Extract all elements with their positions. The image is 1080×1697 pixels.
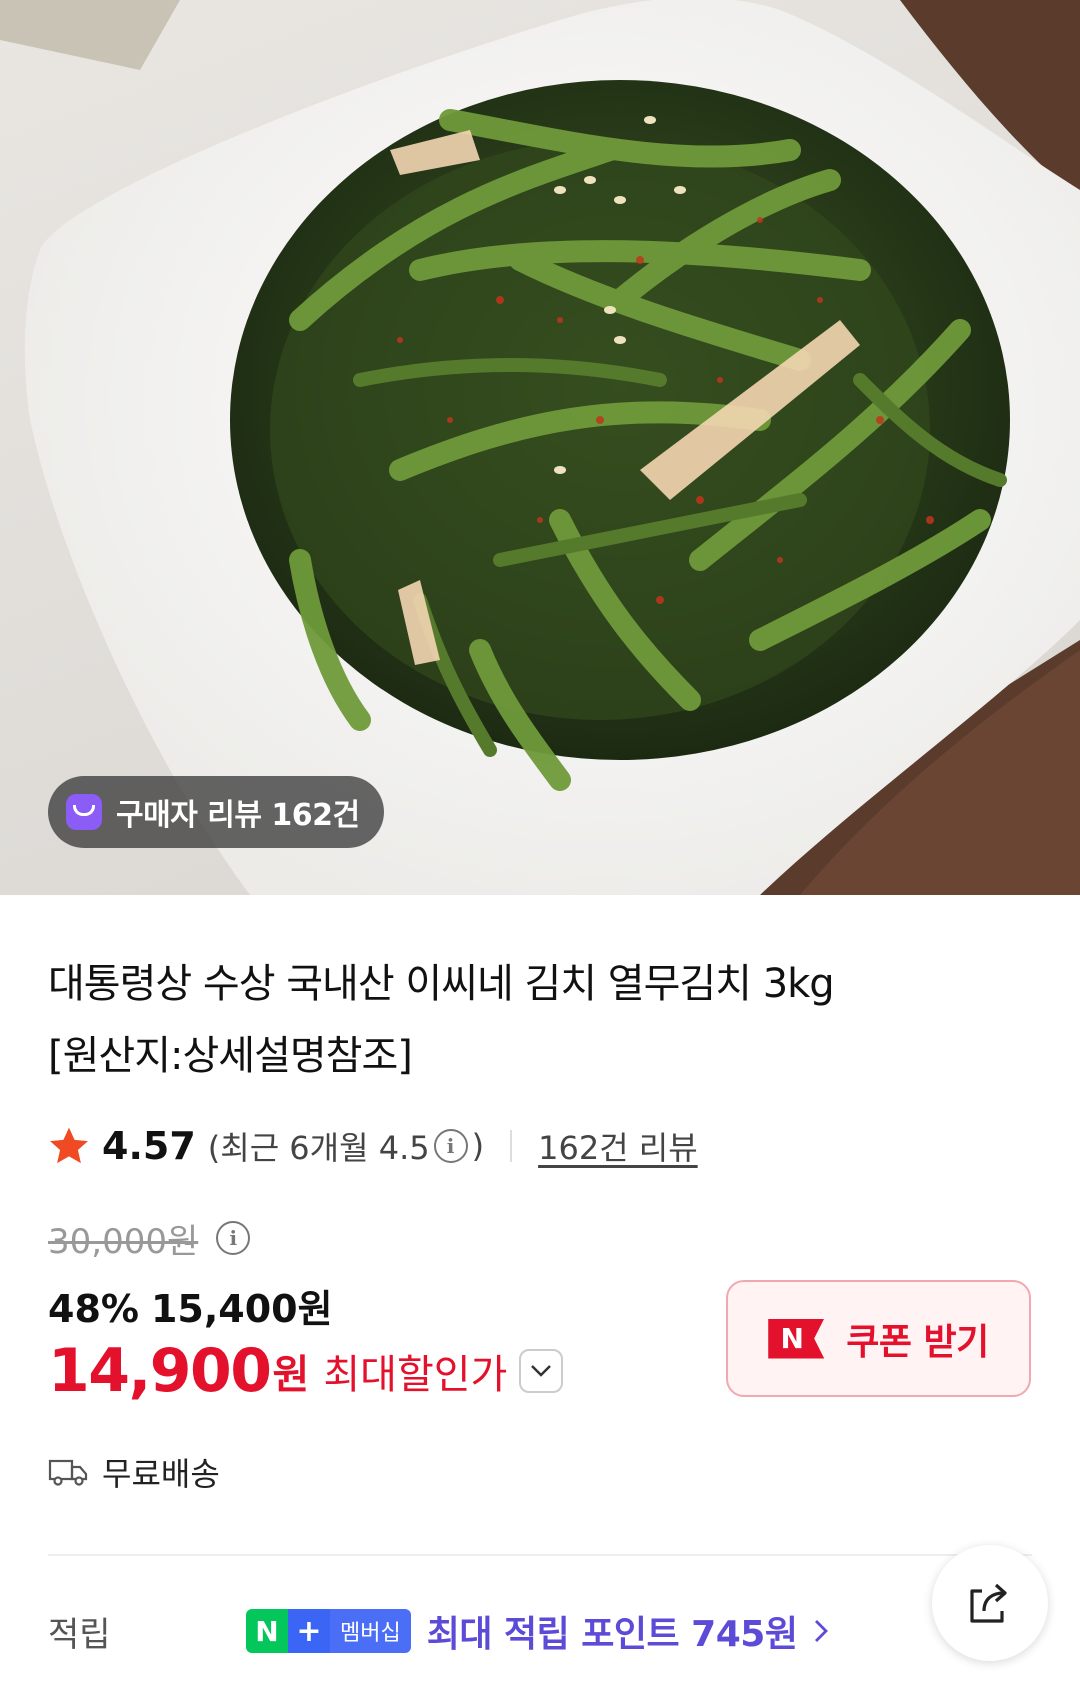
share-button[interactable]	[932, 1545, 1048, 1661]
final-price-unit: 원	[272, 1352, 310, 1398]
divider	[510, 1130, 513, 1162]
original-price-row: 30,000원 i	[48, 1214, 254, 1262]
kimchi-photo	[0, 0, 1080, 895]
price-detail-toggle[interactable]	[519, 1349, 564, 1393]
chevron-right-icon	[815, 1620, 829, 1642]
original-price: 30,000원	[48, 1221, 199, 1262]
review-badge-text: 구매자 리뷰 162건	[116, 798, 360, 833]
truck-icon	[48, 1459, 88, 1486]
naver-n-icon: N	[246, 1609, 288, 1653]
product-title-line1: 대통령상 수상 국내산 이씨네 김치 열무김치 3kg	[48, 961, 835, 1007]
naver-plus-membership-badge: N + 멤버십	[246, 1609, 411, 1653]
points-label: 적립	[48, 1614, 111, 1655]
plus-icon: +	[288, 1609, 330, 1653]
rating-score: 4.57	[102, 1124, 196, 1168]
product-image[interactable]: 구매자 리뷰 162건	[0, 0, 1080, 895]
chevron-down-icon	[531, 1365, 552, 1377]
buyer-review-badge[interactable]: 구매자 리뷰 162건	[48, 776, 384, 848]
discount-rate: 48%	[48, 1287, 139, 1331]
points-row[interactable]: 적립 N + 멤버십 최대 적립 포인트 745원	[48, 1606, 829, 1656]
coupon-button[interactable]: N 쿠폰 받기	[726, 1280, 1031, 1397]
final-price: 14,900	[48, 1336, 272, 1406]
review-count-link[interactable]: 162건 리뷰	[538, 1123, 698, 1169]
sale-price-row: 48% 15,400원	[48, 1278, 333, 1333]
free-shipping-label: 무료배송	[102, 1455, 220, 1493]
product-title-line2: [원산지:상세설명참조]	[48, 1033, 413, 1079]
star-icon	[50, 1127, 88, 1164]
price-info-icon[interactable]: i	[216, 1221, 251, 1255]
rating-row: 4.57 (최근 6개월 4.5 i ) 162건 리뷰	[48, 1122, 698, 1170]
shipping-row: 무료배송	[48, 1448, 220, 1496]
recent-rating: (최근 6개월 4.5 i )	[208, 1123, 484, 1169]
final-price-row: 14,900 원 최대할인가	[48, 1336, 564, 1406]
recent-rating-text: (최근 6개월 4.5	[207, 1129, 430, 1167]
max-points-text: 최대 적립 포인트 745원	[426, 1614, 798, 1655]
share-icon	[970, 1583, 1007, 1623]
info-icon[interactable]: i	[433, 1129, 468, 1163]
review-bag-icon	[66, 794, 102, 830]
product-title: 대통령상 수상 국내산 이씨네 김치 열무김치 3kg [원산지:상세설명참조]	[48, 948, 1038, 1092]
naver-n-icon: N	[768, 1318, 825, 1359]
max-discount-label: 최대할인가	[323, 1352, 508, 1398]
membership-label: 멤버십	[330, 1609, 411, 1653]
recent-rating-close: )	[471, 1127, 485, 1165]
sale-price: 15,400원	[150, 1287, 333, 1331]
section-divider	[48, 1554, 1032, 1556]
coupon-label: 쿠폰 받기	[846, 1321, 989, 1363]
